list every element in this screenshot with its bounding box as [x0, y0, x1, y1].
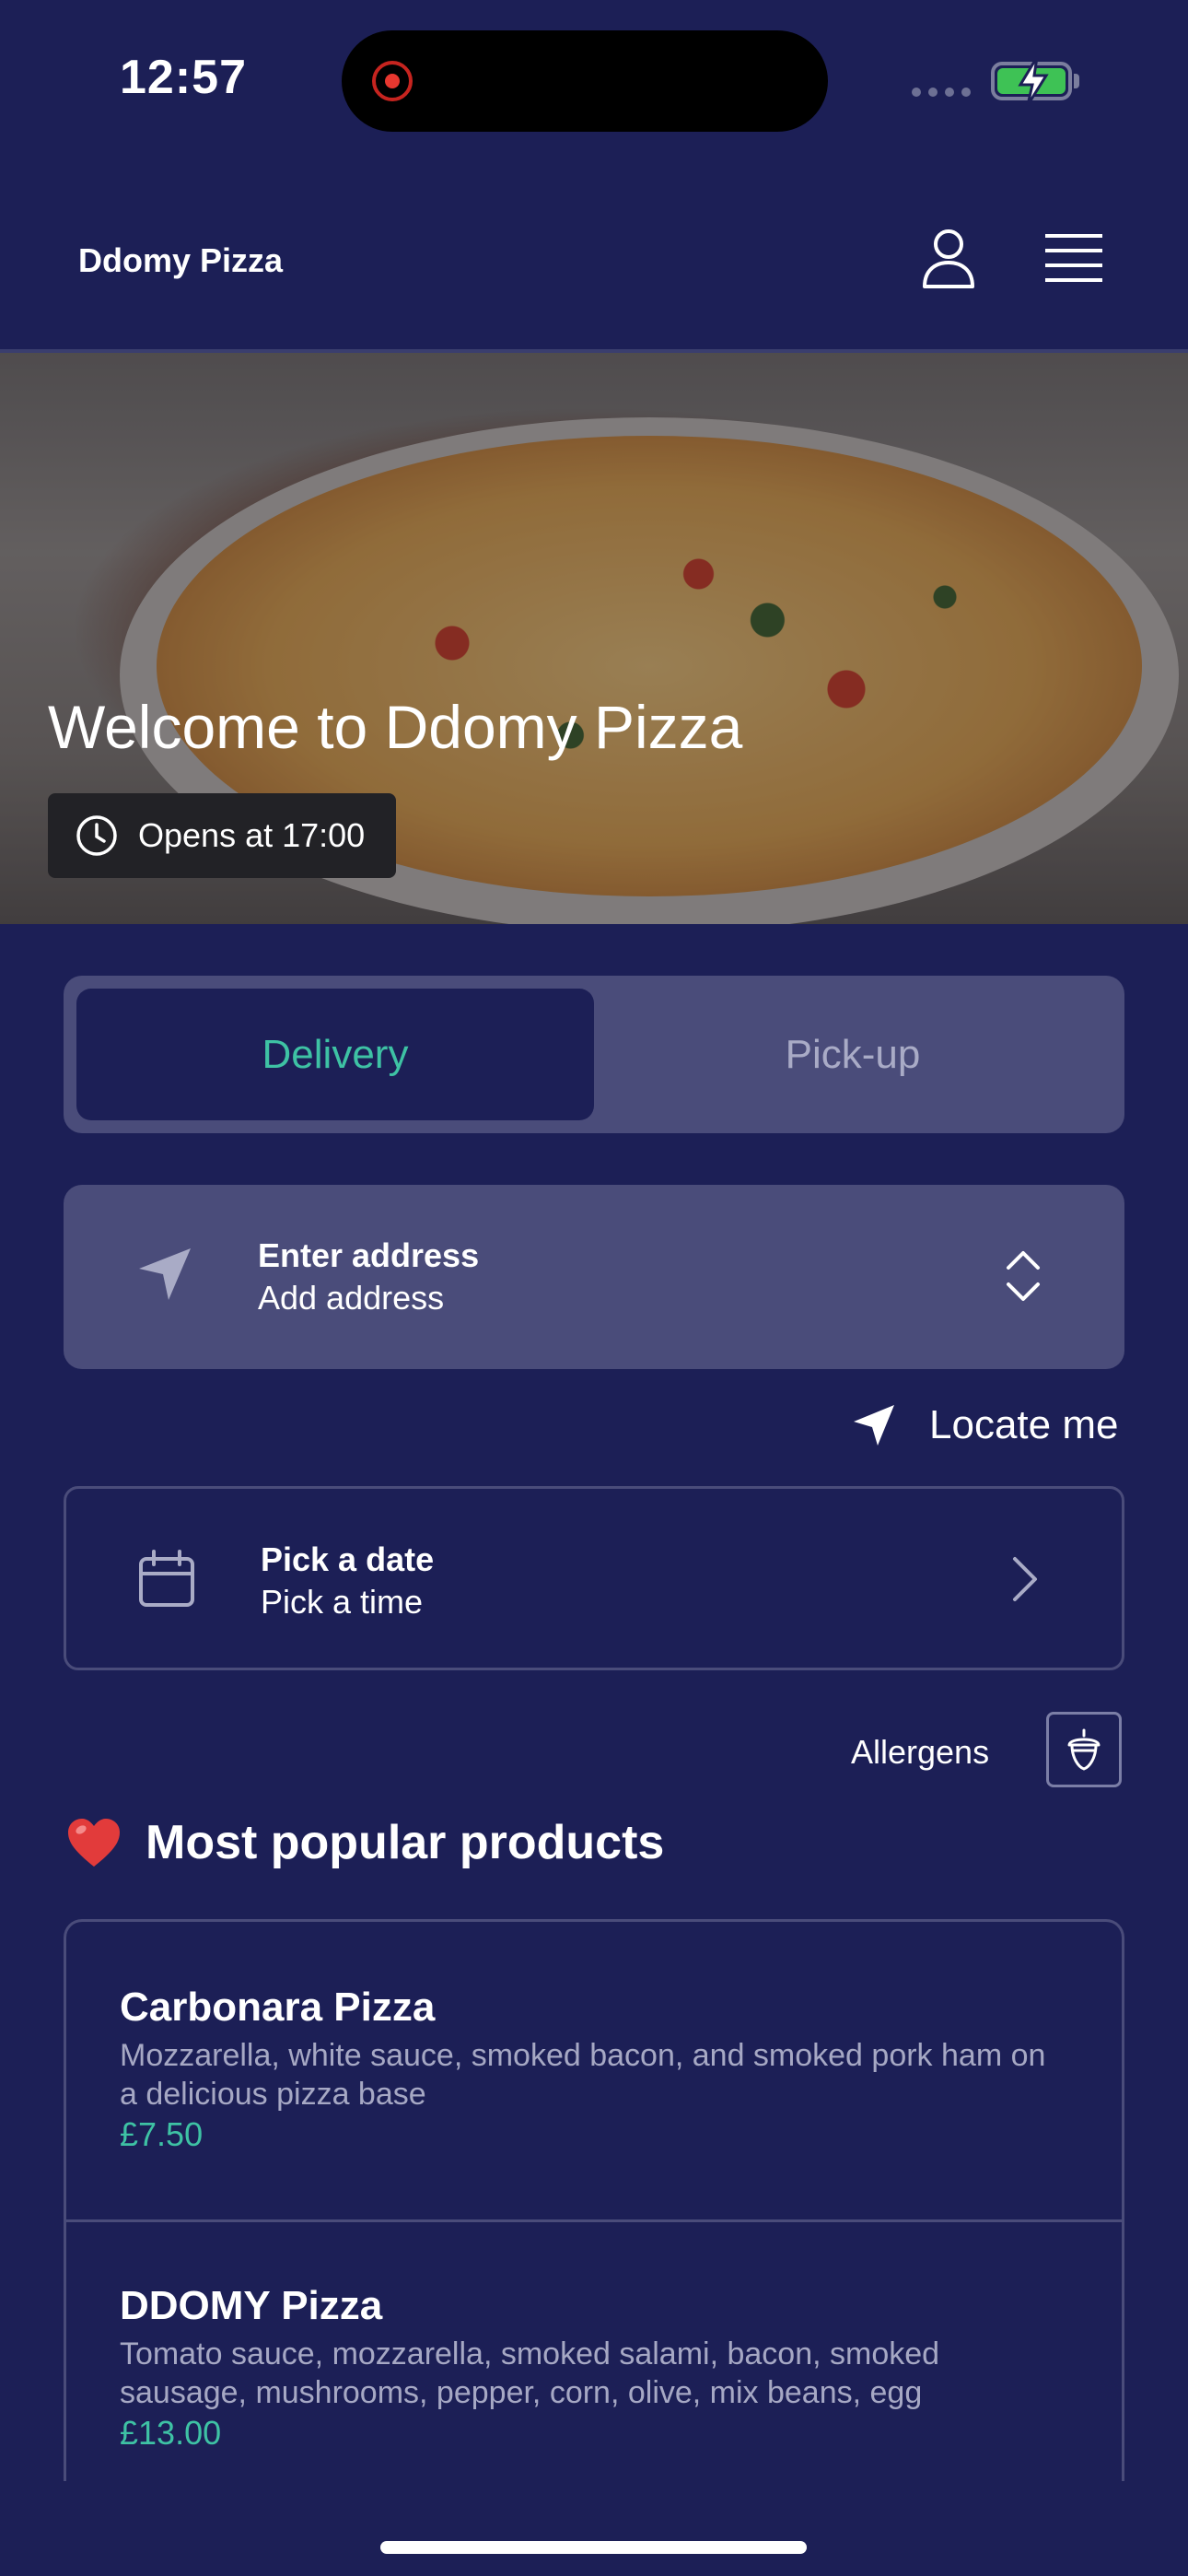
allergens-button[interactable]: [1046, 1712, 1122, 1787]
hero-banner: Welcome to Ddomy Pizza Opens at 17:00: [0, 353, 1188, 924]
section-title: Most popular products: [66, 1815, 664, 1870]
hero-title: Welcome to Ddomy Pizza: [48, 693, 743, 761]
chevron-right-icon: [1013, 1557, 1037, 1601]
charging-bolt-icon: [1018, 56, 1049, 106]
order-mode-toggle: Delivery Pick-up: [64, 976, 1124, 1133]
acorn-icon: [1067, 1728, 1101, 1771]
navigation-arrow-icon: [139, 1248, 191, 1300]
account-button[interactable]: [916, 221, 981, 295]
product-description: Mozzarella, white sauce, smoked bacon, a…: [120, 2038, 1046, 2112]
location-arrow-icon: [854, 1405, 894, 1446]
popular-products-list: Carbonara Pizza Mozzarella, white sauce,…: [64, 1919, 1124, 2481]
product-item[interactable]: Carbonara Pizza Mozzarella, white sauce,…: [66, 1985, 1122, 2154]
popular-title: Most popular products: [146, 1816, 665, 1869]
product-item[interactable]: DDOMY Pizza Tomato sauce, mozzarella, sm…: [66, 2283, 1122, 2453]
locate-me-button[interactable]: Locate me: [852, 1402, 1118, 1448]
allergens-label: Allergens: [851, 1733, 990, 1771]
product-name: DDOMY Pizza: [120, 2283, 383, 2328]
menu-icon: [1045, 234, 1102, 282]
address-subtitle: Add address: [258, 1279, 445, 1317]
product-description: Tomato sauce, mozzarella, smoked salami,…: [120, 2336, 940, 2410]
tab-pickup[interactable]: Pick-up: [594, 989, 1112, 1120]
recording-indicator-icon: [372, 61, 413, 101]
brand-name: Ddomy Pizza: [78, 241, 284, 279]
home-indicator[interactable]: [380, 2541, 807, 2554]
product-price: £13.00: [120, 2414, 222, 2452]
date-time-picker[interactable]: Pick a date Pick a time: [64, 1486, 1124, 1670]
time-subtitle: Pick a time: [261, 1583, 424, 1621]
dynamic-island: [342, 30, 828, 132]
product-name: Carbonara Pizza: [120, 1985, 436, 2030]
heart-icon: [68, 1819, 120, 1867]
status-time: 12:57: [120, 51, 247, 104]
opening-hours-badge: Opens at 17:00: [48, 793, 396, 878]
address-selector[interactable]: Enter address Add address: [64, 1185, 1124, 1369]
product-divider: [66, 2219, 1122, 2222]
address-title: Enter address: [258, 1236, 480, 1274]
opening-hours-text: Opens at 17:00: [138, 816, 366, 854]
user-icon: [923, 229, 974, 288]
product-price: £7.50: [120, 2115, 204, 2153]
cellular-signal-icon: [912, 88, 971, 97]
locate-me-label: Locate me: [929, 1402, 1119, 1447]
menu-button[interactable]: [1042, 221, 1106, 295]
tab-delivery[interactable]: Delivery: [76, 989, 594, 1120]
clock-icon: [76, 815, 117, 856]
calendar-icon: [139, 1550, 194, 1607]
date-title: Pick a date: [261, 1540, 435, 1578]
chevron-up-down-icon: [1007, 1251, 1040, 1301]
